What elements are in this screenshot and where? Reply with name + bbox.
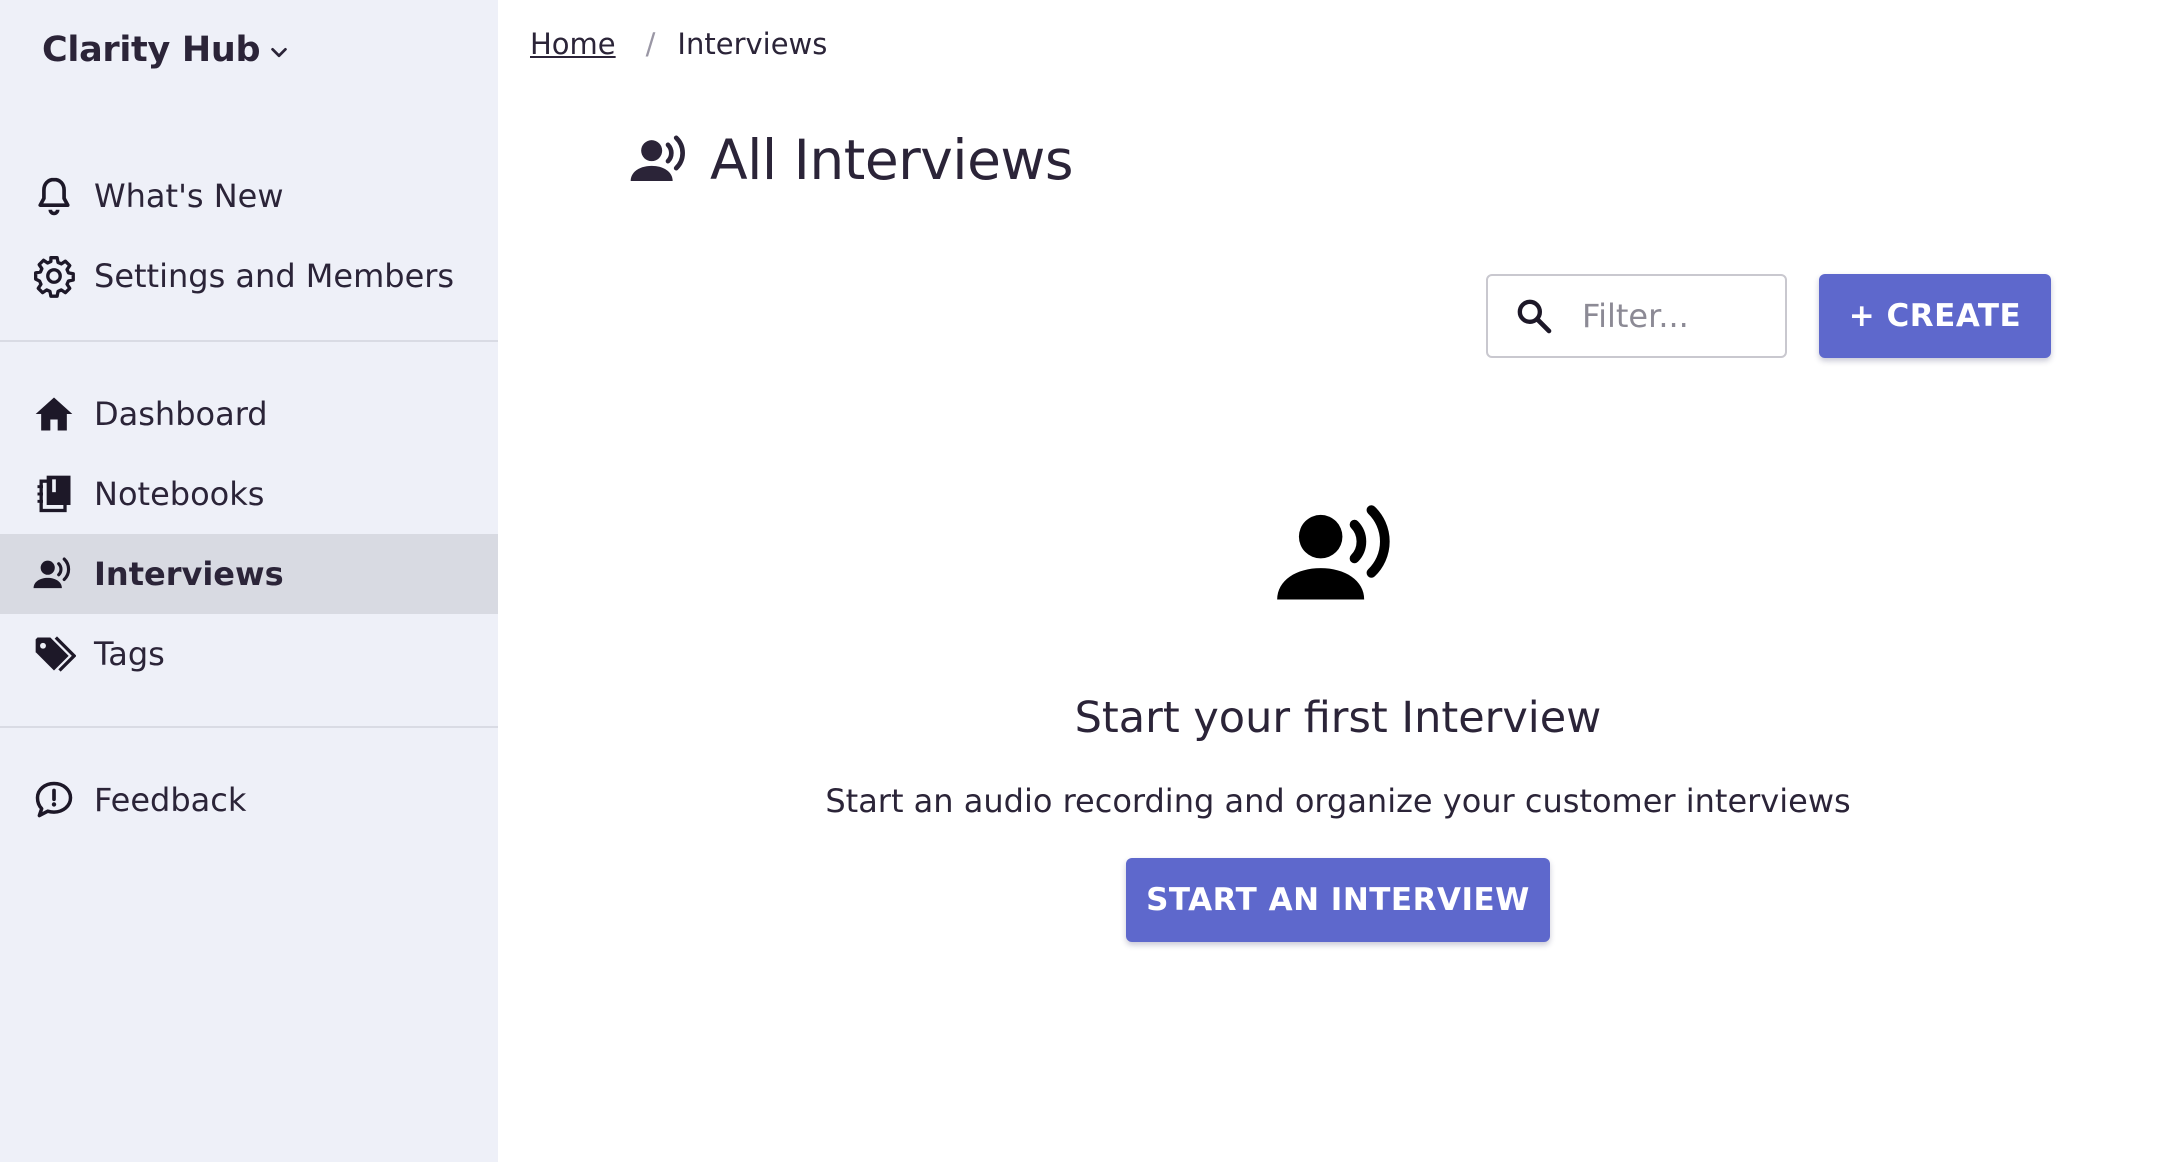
sidebar: Clarity Hub What's New Settings and Memb…: [0, 0, 498, 1162]
sidebar-item-notebooks[interactable]: Notebooks: [0, 454, 498, 534]
sidebar-top-group: What's New Settings and Members: [0, 156, 498, 316]
sidebar-item-label: Feedback: [94, 781, 247, 819]
empty-state: Start your first Interview Start an audi…: [498, 0, 2174, 1162]
sidebar-item-label: Notebooks: [94, 475, 265, 513]
sidebar-item-label: Tags: [94, 635, 165, 673]
sidebar-item-tags[interactable]: Tags: [0, 614, 498, 694]
empty-state-subtitle: Start an audio recording and organize yo…: [825, 782, 1851, 820]
workspace-name: Clarity Hub: [42, 30, 261, 70]
notebooks-icon: [37, 475, 71, 513]
tags-icon: [35, 636, 76, 672]
chevron-down-icon: [271, 47, 288, 58]
interview-icon: [33, 557, 71, 589]
empty-state-title: Start your first Interview: [1074, 693, 1602, 743]
start-interview-button[interactable]: START AN INTERVIEW: [1126, 858, 1550, 942]
sidebar-bottom-group: Feedback: [0, 760, 498, 840]
sidebar-item-dashboard[interactable]: Dashboard: [0, 374, 498, 454]
sidebar-item-whats-new[interactable]: What's New: [0, 156, 498, 236]
feedback-icon: [35, 781, 73, 818]
home-icon: [35, 397, 73, 431]
sidebar-item-label: Interviews: [94, 555, 284, 593]
sidebar-item-label: Dashboard: [94, 395, 268, 433]
sidebar-item-label: Settings and Members: [94, 257, 455, 295]
sidebar-item-interviews[interactable]: Interviews: [0, 534, 498, 614]
sidebar-item-feedback[interactable]: Feedback: [0, 760, 498, 840]
app-root: Clarity Hub What's New Settings and Memb…: [0, 0, 2174, 1162]
sidebar-main-group: Dashboard Notebooks Interviews Tags: [0, 374, 498, 694]
workspace-switcher[interactable]: Clarity Hub: [42, 30, 290, 70]
sidebar-item-label: What's New: [94, 177, 284, 215]
sidebar-item-settings[interactable]: Settings and Members: [0, 236, 498, 316]
gear-icon: [34, 256, 75, 298]
sidebar-divider: [0, 340, 498, 342]
sidebar-divider: [0, 726, 498, 728]
bell-icon: [38, 177, 70, 216]
